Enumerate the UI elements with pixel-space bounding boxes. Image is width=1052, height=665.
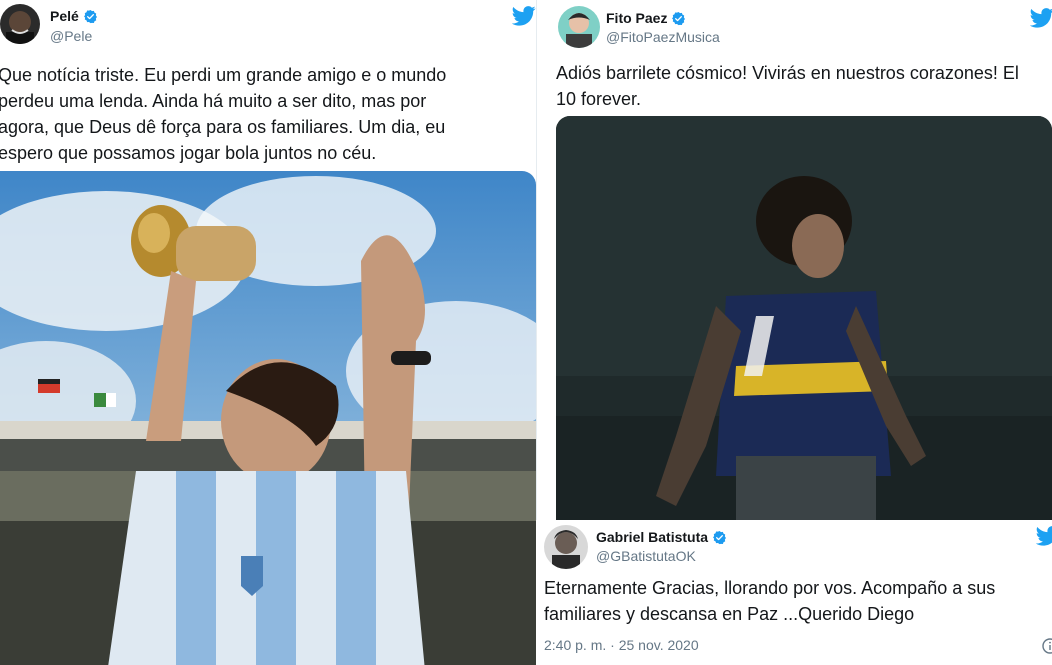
twitter-bird-icon[interactable] xyxy=(1030,8,1052,28)
author-name[interactable]: Fito Paez xyxy=(606,10,686,26)
tweet-gabriel-batistuta: Gabriel Batistuta @GBatistutaOK Etername… xyxy=(536,520,1052,665)
info-icon[interactable] xyxy=(1042,638,1052,654)
tweet-text-line: espero que possamos jogar bola juntos no… xyxy=(0,143,377,163)
verified-badge-icon xyxy=(83,9,98,24)
tweet-text-line: agora, que Deus dê força para os familia… xyxy=(0,117,446,137)
tweet-timestamp[interactable]: 2:40 p. m. · 25 nov. 2020 xyxy=(544,637,699,653)
tweet-text-line: perdeu uma lenda. Ainda há muito a ser d… xyxy=(0,91,427,111)
author-name-text[interactable]: Pelé xyxy=(50,8,79,24)
tweet-text: Adiós barrilete cósmico! Vivirás en nues… xyxy=(556,60,1046,112)
author-name[interactable]: Gabriel Batistuta xyxy=(596,529,727,545)
tweet-pele: Pelé @Pele Que notícia triste. Eu perdi … xyxy=(0,0,548,665)
avatar[interactable] xyxy=(0,4,40,44)
twitter-bird-icon[interactable] xyxy=(1036,526,1052,546)
tweet-text: Eternamente Gracias, llorando por vos. A… xyxy=(544,575,1052,627)
tweet-fito-paez: Fito Paez @FitoPaezMusica Adiós barrilet… xyxy=(548,0,1052,520)
author-name-text[interactable]: Gabriel Batistuta xyxy=(596,529,708,545)
tweet-text-line: 10 forever. xyxy=(556,89,642,109)
author-handle[interactable]: @GBatistutaOK xyxy=(596,548,696,564)
tweet-text-line: Eternamente Gracias, llorando por vos. A… xyxy=(544,578,996,598)
author-name-text[interactable]: Fito Paez xyxy=(606,10,667,26)
tweet-text-line: Adiós barrilete cósmico! Vivirás en nues… xyxy=(556,63,1019,83)
author-handle[interactable]: @FitoPaezMusica xyxy=(606,29,720,45)
avatar[interactable] xyxy=(544,525,588,569)
tweet-photo[interactable] xyxy=(0,171,536,665)
tweet-text: Que notícia triste. Eu perdi um grande a… xyxy=(0,62,548,166)
verified-badge-icon xyxy=(671,11,686,26)
author-handle[interactable]: @Pele xyxy=(50,28,92,44)
photo-maradona-boca xyxy=(556,116,1052,520)
tweet-photo[interactable] xyxy=(556,116,1052,520)
avatar[interactable] xyxy=(558,6,600,48)
tweet-text-line: Que notícia triste. Eu perdi um grande a… xyxy=(0,65,447,85)
twitter-bird-icon[interactable] xyxy=(512,6,536,26)
photo-maradona-trophy xyxy=(0,171,536,665)
author-name[interactable]: Pelé xyxy=(50,8,98,24)
verified-badge-icon xyxy=(712,530,727,545)
tweet-text-line: familiares y descansa en Paz ...Querido … xyxy=(544,604,915,624)
